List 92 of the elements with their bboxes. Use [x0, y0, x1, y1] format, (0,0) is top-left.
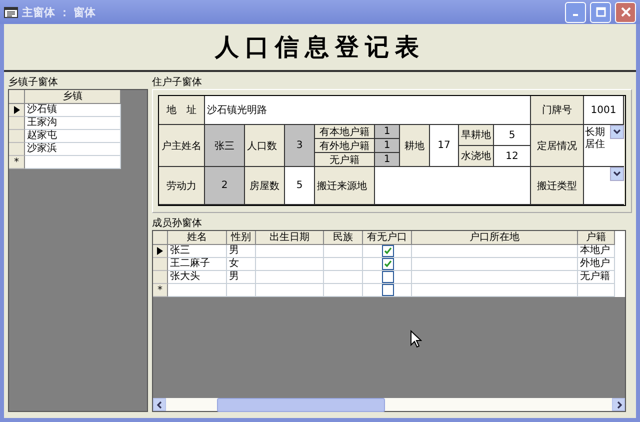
- residence-dropdown[interactable]: 长期居住: [584, 125, 624, 167]
- table-cell[interactable]: [256, 271, 324, 284]
- close-button[interactable]: [615, 2, 636, 22]
- count-field: 1: [375, 153, 400, 167]
- table-cell[interactable]: [256, 258, 324, 271]
- form-title: 人口信息登记表: [215, 31, 425, 63]
- scrollbar-thumb[interactable]: [217, 398, 385, 412]
- column-header[interactable]: 户口所在地: [412, 231, 578, 245]
- population-field: 3: [285, 125, 315, 167]
- table-cell[interactable]: [324, 284, 363, 297]
- table-cell[interactable]: [578, 284, 615, 297]
- address-field[interactable]: 沙石镇光明路: [205, 96, 531, 125]
- scroll-left-button[interactable]: [153, 398, 166, 411]
- field-label: 定居情况: [531, 125, 584, 167]
- table-cell[interactable]: [412, 271, 578, 284]
- labor-field: 2: [205, 167, 245, 205]
- table-cell[interactable]: 张三: [168, 245, 227, 258]
- table-cell[interactable]: 男: [227, 271, 256, 284]
- field-label: 人口数: [245, 125, 285, 167]
- table-cell[interactable]: [412, 284, 578, 297]
- field-label: 门牌号: [531, 96, 584, 125]
- current-row-icon: [157, 247, 163, 255]
- count-field: 1: [375, 125, 400, 139]
- field-label: 旱耕地: [459, 125, 494, 146]
- dropdown-button[interactable]: [610, 167, 624, 181]
- checkbox[interactable]: [382, 245, 394, 257]
- window-title: 主窗体 ： 窗体: [22, 4, 97, 20]
- field-label: 户主姓名: [159, 125, 205, 167]
- origin-field[interactable]: [375, 167, 531, 205]
- row-selector[interactable]: [9, 104, 25, 117]
- count-field: 1: [375, 139, 400, 153]
- column-header[interactable]: 性别: [227, 231, 256, 245]
- column-header: 乡镇: [25, 90, 121, 104]
- door-number-field[interactable]: 1001: [584, 96, 624, 125]
- horizontal-scrollbar[interactable]: [153, 398, 625, 411]
- subform-label: 住户子窗体: [152, 76, 203, 89]
- relocation-type-dropdown[interactable]: [584, 167, 624, 205]
- field-label: 无户籍: [315, 153, 375, 167]
- table-cell[interactable]: [412, 258, 578, 271]
- table-cell[interactable]: [412, 245, 578, 258]
- new-row-marker: *: [153, 284, 168, 297]
- farmland-field[interactable]: 17: [430, 125, 459, 167]
- maximize-button[interactable]: [590, 2, 611, 22]
- table-cell[interactable]: [256, 284, 324, 297]
- column-header[interactable]: 有无户口: [363, 231, 412, 245]
- close-icon: [620, 7, 630, 17]
- column-header[interactable]: 姓名: [168, 231, 227, 245]
- field-label: 水浇地: [459, 146, 494, 167]
- table-cell[interactable]: [324, 245, 363, 258]
- table-cell[interactable]: [324, 271, 363, 284]
- field-label: 有本地户籍: [315, 125, 375, 139]
- table-cell[interactable]: 男: [227, 245, 256, 258]
- chevron-right-icon: [614, 400, 622, 408]
- head-name-field: 张三: [205, 125, 245, 167]
- column-header[interactable]: 户籍: [578, 231, 615, 245]
- land-area-field[interactable]: 12: [494, 146, 531, 167]
- field-label: 耕地: [400, 125, 430, 167]
- new-row-marker: *: [9, 156, 25, 169]
- chevron-down-icon: [613, 128, 621, 136]
- minimize-button[interactable]: [565, 2, 586, 22]
- table-cell[interactable]: [227, 284, 256, 297]
- table-cell[interactable]: [25, 156, 121, 169]
- table-cell[interactable]: 女: [227, 258, 256, 271]
- column-header[interactable]: 出生日期: [256, 231, 324, 245]
- maximize-icon: [596, 7, 606, 17]
- dropdown-button[interactable]: [610, 125, 624, 139]
- table-cell[interactable]: 张大头: [168, 271, 227, 284]
- subform-label: 成员孙窗体: [152, 217, 203, 230]
- table-cell[interactable]: [324, 258, 363, 271]
- field-label: 劳动力: [159, 167, 205, 205]
- current-row-icon: [14, 106, 20, 114]
- field-label: 地 址: [159, 96, 205, 125]
- houses-field[interactable]: 5: [285, 167, 315, 205]
- checkbox[interactable]: [382, 284, 394, 296]
- scroll-right-button[interactable]: [612, 398, 625, 411]
- row-selector[interactable]: [153, 245, 168, 258]
- table-cell[interactable]: [256, 245, 324, 258]
- checkbox[interactable]: [382, 258, 394, 270]
- column-header[interactable]: 民族: [324, 231, 363, 245]
- field-label: 有外地户籍: [315, 139, 375, 153]
- form-icon: [4, 6, 18, 18]
- checkbox[interactable]: [382, 271, 394, 283]
- field-label: 搬迁来源地: [315, 167, 375, 205]
- chevron-down-icon: [613, 170, 621, 178]
- table-cell[interactable]: 沙石镇: [25, 104, 121, 117]
- field-label: 搬迁类型: [531, 167, 584, 205]
- land-area-field[interactable]: 5: [494, 125, 531, 146]
- subform-label: 乡镇子窗体: [8, 76, 59, 89]
- chevron-left-icon: [156, 400, 164, 408]
- table-cell[interactable]: [168, 284, 227, 297]
- field-label: 房屋数: [245, 167, 285, 205]
- mouse-cursor-icon: [410, 330, 422, 348]
